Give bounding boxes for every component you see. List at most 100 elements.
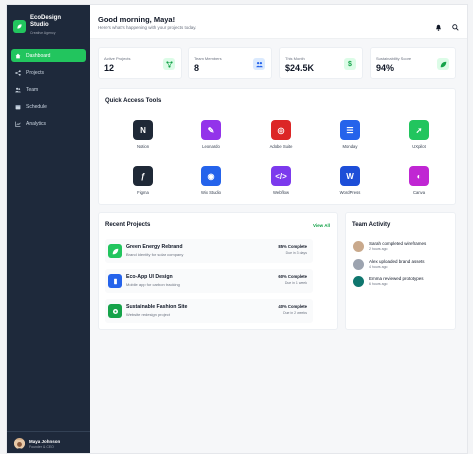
leaf-icon [437, 58, 449, 70]
tool-label: Wix Studio [200, 190, 221, 195]
project-name: Green Energy Rebrand [126, 244, 183, 250]
tool-label: Canva [412, 190, 426, 195]
brand: EcoDesign Studio Creative Agency [7, 5, 90, 35]
stat-card-this-month: This Month $24.5K $ [279, 47, 363, 79]
sidebar-item-label: Schedule [26, 103, 47, 110]
tool-label: Adobe Suite [269, 144, 293, 149]
stat-label: This Month [285, 56, 305, 61]
project-name: Eco-App UI Design [126, 274, 173, 280]
activity-item: Sarah completed wireframes 2 hours ago [353, 239, 426, 253]
tool-label: Figma [137, 190, 149, 195]
sidebar-item-schedule[interactable]: Schedule [11, 100, 86, 113]
project-due: Due in 3 days [285, 251, 307, 255]
stat-value: 12 [104, 63, 115, 73]
sidebar-item-projects[interactable]: Projects [11, 66, 86, 79]
project-name: Sustainable Fashion Site [126, 304, 188, 310]
projects-icon [15, 69, 21, 76]
search-icon[interactable] [452, 18, 459, 36]
tool-label: Monday [342, 144, 358, 149]
app-window: EcoDesign Studio Creative Agency Dashboa… [6, 4, 468, 454]
monday-icon: ☰ [340, 120, 360, 140]
user-profile[interactable]: Maya Johnson Founder & CEO [7, 431, 90, 453]
brand-title-line1: EcoDesign [30, 15, 62, 21]
network-icon [163, 58, 175, 70]
tool-label: UXpilot [412, 144, 426, 149]
project-progress: 60% Complete [278, 274, 307, 279]
project-progress: 85% Complete [278, 244, 307, 249]
activity-item: Alex uploaded brand assets 4 hours ago [353, 257, 425, 271]
tool-figma[interactable]: ƒ Figma [118, 166, 168, 195]
leonardo-icon: ✎ [201, 120, 221, 140]
team-activity-panel: Team Activity Sarah completed wireframes… [345, 212, 456, 330]
stat-value: $24.5K [285, 63, 315, 73]
activity-item: Emma reviewed prototypes 6 hours ago [353, 274, 424, 288]
tool-wix-studio[interactable]: ◉ Wix Studio [186, 166, 236, 195]
home-icon [15, 53, 21, 59]
project-row[interactable]: Green Energy Rebrand Brand identity for … [105, 239, 313, 263]
leaf-icon [108, 244, 122, 258]
stat-label: Sustainability Score [376, 56, 412, 61]
stat-card-team-members: Team Members 8 [188, 47, 272, 79]
sidebar-item-label: Analytics [26, 120, 47, 127]
activity-time: 2 hours ago [369, 247, 388, 251]
stat-value: 8 [194, 63, 200, 73]
activity-time: 4 hours ago [369, 265, 388, 269]
sidebar-item-analytics[interactable]: Analytics [11, 117, 86, 130]
brand-title-line2: Studio [30, 22, 49, 28]
wordpress-icon: W [340, 166, 360, 186]
user-role: Founder & CEO [29, 444, 54, 449]
tool-monday[interactable]: ☰ Monday [325, 120, 375, 149]
mobile-icon [108, 274, 122, 288]
users-icon [253, 58, 265, 70]
project-row[interactable]: Eco-App UI Design Mobile app for carbon … [105, 269, 313, 293]
calendar-icon [15, 104, 21, 110]
sidebar: EcoDesign Studio Creative Agency Dashboa… [7, 5, 90, 453]
project-desc: Brand identity for solar company [126, 252, 184, 257]
wix-studio-icon: ◉ [201, 166, 221, 186]
tool-canva[interactable]: ◐ Canva [394, 166, 444, 195]
avatar [353, 240, 364, 252]
view-all-link[interactable]: View All [313, 223, 330, 228]
project-progress: 40% Complete [278, 304, 307, 309]
top-header: Good morning, Maya! Here's what's happen… [90, 5, 467, 39]
tool-uxpilot[interactable]: ➚ UXpilot [394, 120, 444, 149]
sidebar-nav: Dashboard Projects Team Schedule Analyti… [7, 49, 90, 130]
webflow-icon: </> [271, 166, 291, 186]
page-subtitle: Here's what's happening with your projec… [98, 25, 197, 30]
sidebar-item-label: Projects [26, 69, 45, 76]
dollar-icon: $ [344, 58, 356, 70]
project-row[interactable]: Sustainable Fashion Site Website redesig… [105, 299, 313, 323]
figma-icon: ƒ [133, 166, 153, 186]
tool-adobe-suite[interactable]: ◎ Adobe Suite [256, 120, 306, 149]
bell-icon[interactable] [435, 18, 442, 36]
page-title: Good morning, Maya! [98, 15, 176, 24]
chart-icon [15, 121, 21, 127]
stat-card-active-projects: Active Projects 12 [98, 47, 182, 79]
uxpilot-icon: ➚ [409, 120, 429, 140]
notion-icon: N [133, 120, 153, 140]
brand-subtitle: Creative Agency [30, 31, 56, 35]
avatar [353, 275, 364, 287]
canva-icon: ◐ [409, 166, 429, 186]
activity-text: Alex uploaded brand assets [369, 259, 425, 264]
section-title: Team Activity [352, 222, 391, 228]
user-name: Maya Johnson [29, 438, 61, 444]
tool-webflow[interactable]: </> Webflow [256, 166, 306, 195]
stat-label: Team Members [194, 56, 222, 61]
tool-label: Webflow [273, 190, 289, 195]
leaf-logo-icon [13, 20, 26, 33]
stat-label: Active Projects [104, 56, 131, 61]
tool-notion[interactable]: N Notion [118, 120, 168, 149]
avatar [14, 438, 25, 449]
tool-leonardo[interactable]: ✎ Leonardo [186, 120, 236, 149]
sidebar-item-label: Dashboard [26, 52, 51, 59]
stat-value: 94% [376, 63, 395, 73]
tool-label: WordPress [339, 190, 361, 195]
tool-wordpress[interactable]: W WordPress [325, 166, 375, 195]
sidebar-item-dashboard[interactable]: Dashboard [11, 49, 86, 62]
sidebar-item-team[interactable]: Team [11, 83, 86, 96]
project-due: Due in 1 week [284, 281, 307, 285]
tool-label: Notion [136, 144, 150, 149]
activity-time: 6 hours ago [369, 282, 388, 286]
quick-access-panel: Quick Access Tools N Notion ✎ Leonardo ◎ Adob… [98, 88, 456, 205]
